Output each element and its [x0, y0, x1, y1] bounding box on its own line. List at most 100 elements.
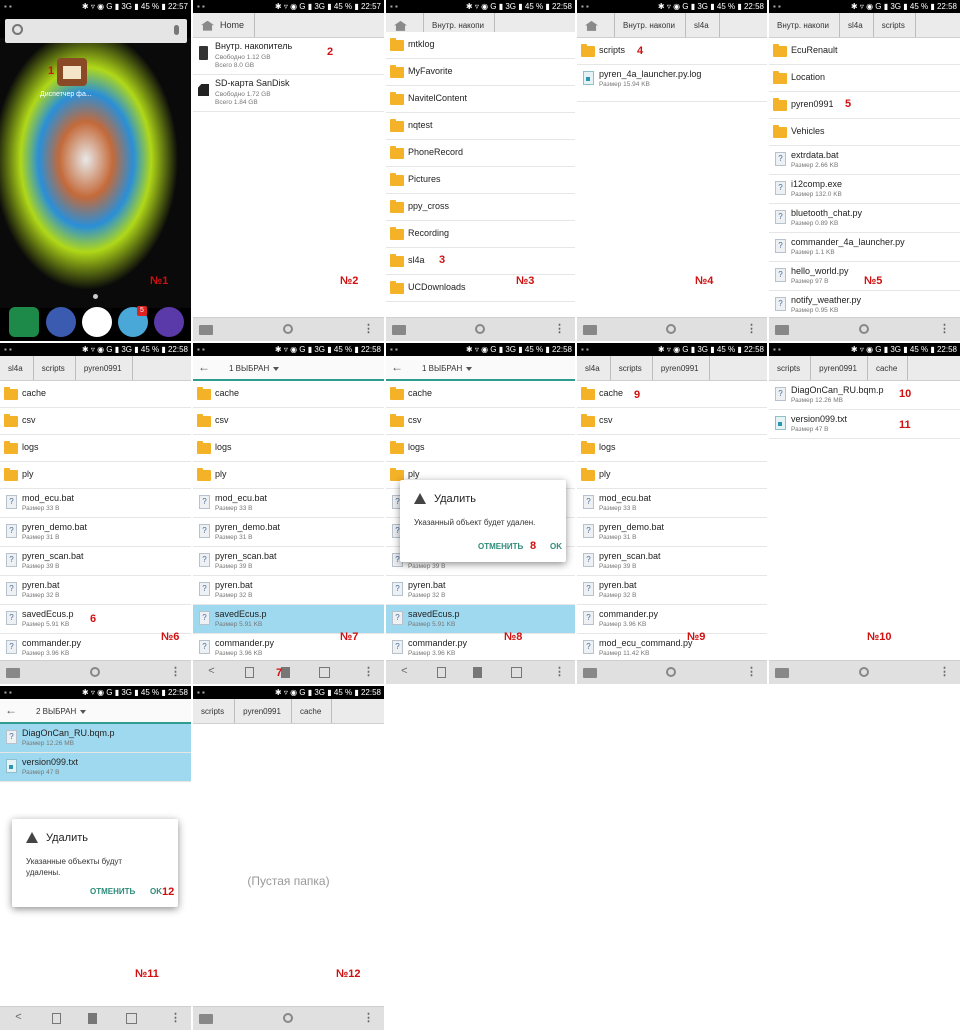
- new-folder-icon[interactable]: [392, 325, 406, 335]
- folder-row[interactable]: UCDownloads: [386, 275, 575, 302]
- breadcrumb-item[interactable]: pyren0991: [76, 356, 133, 380]
- back-arrow-icon[interactable]: ←: [193, 356, 215, 379]
- new-folder-icon[interactable]: [583, 668, 597, 678]
- back-arrow-icon[interactable]: ←: [0, 699, 22, 722]
- more-menu-icon[interactable]: ⋮: [554, 665, 565, 678]
- folder-row[interactable]: logs: [386, 435, 575, 462]
- file-row[interactable]: ? mod_ecu.bat Размер 33 B: [0, 489, 191, 518]
- breadcrumb-home[interactable]: Home: [193, 13, 256, 37]
- file-row[interactable]: ? pyren_demo.bat Размер 31 B: [577, 518, 767, 547]
- more-menu-icon[interactable]: ⋮: [939, 665, 950, 678]
- apps-icon[interactable]: [82, 307, 112, 337]
- search-icon[interactable]: [282, 324, 293, 334]
- delete-icon[interactable]: [280, 667, 290, 678]
- folder-row[interactable]: pyren0991: [769, 92, 960, 119]
- breadcrumb-item[interactable]: cache: [292, 699, 333, 723]
- folder-row[interactable]: csv: [577, 408, 767, 435]
- search-icon[interactable]: [474, 324, 485, 334]
- cancel-button[interactable]: ОТМЕНИТЬ: [90, 887, 135, 896]
- breadcrumb-item[interactable]: scripts: [193, 699, 236, 723]
- folder-row[interactable]: logs: [0, 435, 191, 462]
- copy-icon[interactable]: [437, 667, 447, 678]
- file-row[interactable]: ? commander_4a_launcher.py Размер 1.1 KB: [769, 233, 960, 262]
- folder-row[interactable]: Location: [769, 65, 960, 92]
- new-folder-icon[interactable]: [583, 325, 597, 335]
- copy-icon[interactable]: [244, 667, 254, 678]
- new-folder-icon[interactable]: [199, 1014, 213, 1024]
- search-icon[interactable]: [666, 667, 677, 677]
- new-folder-icon[interactable]: [6, 668, 20, 678]
- breadcrumb-item[interactable]: sl4a: [577, 356, 611, 380]
- file-row[interactable]: ? pyren.bat Размер 32 B: [193, 576, 384, 605]
- folder-row[interactable]: cache: [0, 381, 191, 408]
- storage-row[interactable]: SD-карта SanDisk Свободно 1.72 GB Всего 1.…: [193, 75, 384, 112]
- more-menu-icon[interactable]: ⋮: [746, 322, 757, 335]
- more-menu-icon[interactable]: ⋮: [746, 665, 757, 678]
- new-folder-icon[interactable]: [199, 325, 213, 335]
- folder-row[interactable]: Recording: [386, 221, 575, 248]
- breadcrumb-item[interactable]: scripts: [34, 356, 76, 380]
- search-icon[interactable]: [89, 667, 100, 677]
- file-row[interactable]: ? pyren_scan.bat Размер 39 B: [0, 547, 191, 576]
- more-menu-icon[interactable]: ⋮: [363, 665, 374, 678]
- file-row[interactable]: ? commander.py Размер 3.96 KB: [577, 605, 767, 634]
- breadcrumb-item[interactable]: pyren0991: [653, 356, 710, 380]
- more-menu-icon[interactable]: ⋮: [170, 1011, 181, 1024]
- file-row[interactable]: ? commander.py Размер 3.96 KB: [386, 634, 575, 660]
- file-row[interactable]: ? i12comp.exe Размер 132.0 KB: [769, 175, 960, 204]
- selection-count[interactable]: 1 ВЫБРАН: [229, 364, 269, 373]
- file-row[interactable]: ? pyren.bat Размер 32 B: [0, 576, 191, 605]
- phone-icon[interactable]: [9, 307, 39, 337]
- more-menu-icon[interactable]: ⋮: [170, 665, 181, 678]
- search-icon[interactable]: [282, 1013, 293, 1023]
- search-icon[interactable]: [666, 324, 677, 334]
- share-icon[interactable]: <: [401, 665, 407, 677]
- move-icon[interactable]: [126, 1013, 138, 1024]
- file-row[interactable]: ? DiagOnCan_RU.bqm.p Размер 12.26 MB: [0, 724, 191, 753]
- folder-row[interactable]: logs: [193, 435, 384, 462]
- folder-row[interactable]: MyFavorite: [386, 59, 575, 86]
- file-row[interactable]: ? pyren.bat Размер 32 B: [386, 576, 575, 605]
- file-row[interactable]: ? mod_ecu_command.py Размер 11.42 KB: [577, 634, 767, 660]
- breadcrumb-item[interactable]: Внутр. накопи: [769, 13, 841, 37]
- breadcrumb-item[interactable]: cache: [868, 356, 909, 380]
- folder-row[interactable]: ppy_cross: [386, 194, 575, 221]
- more-menu-icon[interactable]: ⋮: [939, 322, 950, 335]
- folder-row[interactable]: PhoneRecord: [386, 140, 575, 167]
- file-row[interactable]: ? notify_weather.py Размер 0.95 KB: [769, 291, 960, 317]
- folder-row[interactable]: Vehicles: [769, 119, 960, 146]
- folder-row[interactable]: csv: [386, 408, 575, 435]
- more-menu-icon[interactable]: ⋮: [363, 1011, 374, 1024]
- file-row[interactable]: version099.txt Размер 47 B: [0, 753, 191, 782]
- browser-icon[interactable]: [46, 307, 76, 337]
- folder-row[interactable]: ply: [0, 462, 191, 489]
- move-icon[interactable]: [510, 667, 522, 678]
- file-row[interactable]: ? mod_ecu.bat Размер 33 B: [577, 489, 767, 518]
- file-row[interactable]: version099.txt Размер 47 B: [769, 410, 960, 439]
- more-menu-icon[interactable]: ⋮: [363, 322, 374, 335]
- share-icon[interactable]: <: [15, 1011, 21, 1023]
- folder-row[interactable]: mtklog: [386, 32, 575, 59]
- folder-row[interactable]: cache: [577, 381, 767, 408]
- folder-row[interactable]: logs: [577, 435, 767, 462]
- delete-icon[interactable]: [87, 1013, 97, 1024]
- breadcrumb-item[interactable]: sl4a: [840, 13, 874, 37]
- file-manager-app-icon[interactable]: [57, 58, 87, 86]
- file-row[interactable]: ? pyren.bat Размер 32 B: [577, 576, 767, 605]
- search-icon[interactable]: [858, 324, 869, 334]
- file-row[interactable]: ? bluetooth_chat.py Размер 0.89 KB: [769, 204, 960, 233]
- breadcrumb-item[interactable]: pyren0991: [235, 699, 292, 723]
- share-icon[interactable]: <: [208, 665, 214, 677]
- file-row[interactable]: pyren_4a_launcher.py.log Размер 15.94 KB: [577, 65, 767, 102]
- folder-row[interactable]: cache: [386, 381, 575, 408]
- delete-icon[interactable]: [472, 667, 482, 678]
- selection-count[interactable]: 1 ВЫБРАН: [422, 364, 462, 373]
- breadcrumb-item[interactable]: scripts: [769, 356, 812, 380]
- cancel-button[interactable]: ОТМЕНИТЬ: [478, 542, 523, 551]
- file-row[interactable]: ? pyren_scan.bat Размер 39 B: [193, 547, 384, 576]
- new-folder-icon[interactable]: [775, 668, 789, 678]
- settings-icon[interactable]: [154, 307, 184, 337]
- breadcrumb-item[interactable]: sl4a: [686, 13, 720, 37]
- chevron-down-icon[interactable]: [273, 366, 280, 371]
- breadcrumb-item[interactable]: scripts: [611, 356, 653, 380]
